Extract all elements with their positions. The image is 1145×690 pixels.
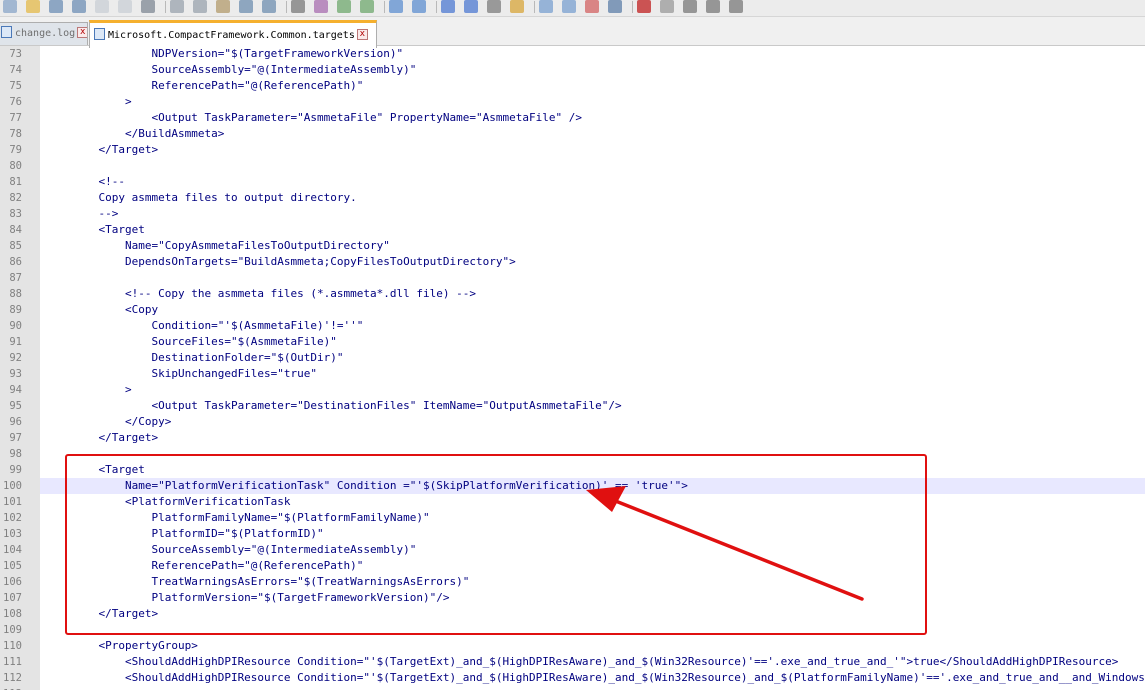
toolbar-separator xyxy=(384,1,385,13)
undo-icon[interactable] xyxy=(239,0,253,13)
show-all-chars-icon[interactable] xyxy=(464,0,478,13)
toolbar-separator xyxy=(534,1,535,13)
sync-scroll-horizontal-icon[interactable] xyxy=(412,0,426,13)
paste-icon[interactable] xyxy=(216,0,230,13)
indent-guide-icon[interactable] xyxy=(487,0,501,13)
zoom-out-icon[interactable] xyxy=(360,0,374,13)
monitor-icon[interactable] xyxy=(608,0,622,13)
stop-record-icon[interactable] xyxy=(660,0,674,13)
function-list-icon[interactable] xyxy=(562,0,576,13)
word-wrap-icon[interactable] xyxy=(441,0,455,13)
open-file-icon[interactable] xyxy=(26,0,40,13)
copy-icon[interactable] xyxy=(193,0,207,13)
doc-map-icon[interactable] xyxy=(539,0,553,13)
tab-bar: change.log x Microsoft.CompactFramework.C… xyxy=(0,17,1145,48)
toolbar-separator xyxy=(286,1,287,13)
record-macro-icon[interactable] xyxy=(637,0,651,13)
toolbar xyxy=(0,0,1145,17)
find-icon[interactable] xyxy=(291,0,305,13)
tab-label: change.log xyxy=(15,28,76,39)
file-icon xyxy=(1,26,12,38)
editor[interactable]: 73 74 75 76 77 78 79 80 81 82 83 84 85 86 87 88 89 90 91 92… xyxy=(0,46,1145,690)
arrow-shaft xyxy=(606,496,864,601)
tab-change-log[interactable]: change.log x xyxy=(0,22,88,45)
close-icon[interactable] xyxy=(95,0,109,13)
sync-scroll-vertical-icon[interactable] xyxy=(389,0,403,13)
toolbar-separator xyxy=(632,1,633,13)
folder-workspace-icon[interactable] xyxy=(585,0,599,13)
cut-icon[interactable] xyxy=(170,0,184,13)
close-tab-icon[interactable]: x xyxy=(77,26,87,38)
arrow-head xyxy=(586,486,626,512)
annotation-arrow xyxy=(586,486,864,601)
redo-icon[interactable] xyxy=(262,0,276,13)
replace-icon[interactable] xyxy=(314,0,328,13)
toolbar-separator xyxy=(165,1,166,13)
tab-label: Microsoft.CompactFramework.Common.target… xyxy=(108,30,355,41)
play-macro-icon[interactable] xyxy=(683,0,697,13)
close-tab-icon[interactable]: x xyxy=(356,28,368,40)
new-file-icon[interactable] xyxy=(3,0,17,13)
save-icon[interactable] xyxy=(49,0,63,13)
run-macro-multiple-icon[interactable] xyxy=(706,0,720,13)
print-icon[interactable] xyxy=(141,0,155,13)
tab-compactframework-targets[interactable]: Microsoft.CompactFramework.Common.target… xyxy=(89,20,377,48)
close-all-icon[interactable] xyxy=(118,0,132,13)
language-icon[interactable] xyxy=(510,0,524,13)
file-icon xyxy=(94,28,105,40)
zoom-in-icon[interactable] xyxy=(337,0,351,13)
save-macro-icon[interactable] xyxy=(729,0,743,13)
toolbar-separator xyxy=(436,1,437,13)
save-all-icon[interactable] xyxy=(72,0,86,13)
